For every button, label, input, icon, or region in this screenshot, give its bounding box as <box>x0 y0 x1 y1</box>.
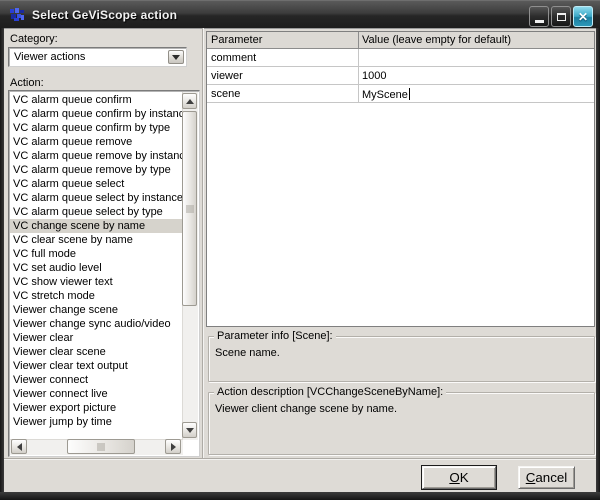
list-item[interactable]: Viewer clear <box>10 331 182 345</box>
list-item[interactable]: VC clear scene by name <box>10 233 182 247</box>
list-item[interactable]: VC stretch mode <box>10 289 182 303</box>
list-item[interactable]: VC alarm queue select by type <box>10 205 182 219</box>
action-description-group: Action description [VCChangeSceneByName]… <box>208 392 595 455</box>
column-header-parameter: Parameter <box>211 34 262 46</box>
list-item[interactable]: VC set audio level <box>10 261 182 275</box>
scroll-up-button[interactable] <box>182 93 197 109</box>
column-divider <box>358 49 359 66</box>
list-item[interactable]: VC change scene by name <box>10 219 182 233</box>
arrow-up-icon <box>186 99 194 104</box>
parameter-name-cell: comment <box>211 52 256 64</box>
list-item[interactable]: VC show viewer text <box>10 275 182 289</box>
parameter-info-label: Parameter info [Scene]: <box>214 330 336 342</box>
close-button[interactable]: ✕ <box>573 6 593 27</box>
window-frame-left <box>0 28 4 500</box>
list-item[interactable]: VC alarm queue confirm by instance <box>10 107 182 121</box>
title-bar[interactable]: Select GeViScope action ✕ <box>0 0 600 28</box>
chevron-down-icon <box>172 55 180 60</box>
list-item[interactable]: Viewer jump by time <box>10 415 182 429</box>
action-description-label: Action description [VCChangeSceneByName]… <box>214 386 446 398</box>
list-item[interactable]: VC alarm queue select by instance <box>10 191 182 205</box>
table-row[interactable]: comment <box>207 49 594 67</box>
maximize-button[interactable] <box>551 6 571 27</box>
ok-button[interactable]: OK <box>422 466 496 489</box>
parameter-name-cell: scene <box>211 88 240 100</box>
list-item[interactable]: Viewer change sync audio/video <box>10 317 182 331</box>
column-divider <box>358 85 359 102</box>
parameter-value-cell[interactable]: MyScene <box>362 88 410 101</box>
list-item[interactable]: VC alarm queue remove <box>10 135 182 149</box>
arrow-down-icon <box>186 428 194 433</box>
scroll-down-button[interactable] <box>182 422 197 438</box>
list-item[interactable]: VC alarm queue remove by instance <box>10 149 182 163</box>
list-item[interactable]: VC full mode <box>10 247 182 261</box>
parameter-name-cell: viewer <box>211 70 243 82</box>
table-row[interactable]: scene MyScene <box>207 85 594 103</box>
cancel-button-label-rest: ancel <box>535 470 567 485</box>
ok-button-label: O <box>449 470 459 485</box>
list-item[interactable]: VC alarm queue confirm <box>10 93 182 107</box>
category-value: Viewer actions <box>14 51 85 63</box>
parameter-info-group: Parameter info [Scene]: Scene name. <box>208 336 595 382</box>
list-item[interactable]: Viewer connect live <box>10 387 182 401</box>
parameter-grid: Parameter Value (leave empty for default… <box>206 31 595 327</box>
button-bar-separator <box>4 458 596 460</box>
arrow-left-icon <box>17 443 22 451</box>
column-header-value: Value (leave empty for default) <box>362 34 511 46</box>
action-listbox: VC alarm queue confirmVC alarm queue con… <box>8 90 200 457</box>
window-frame-bottom <box>0 492 600 500</box>
list-item[interactable]: VC alarm queue select <box>10 177 182 191</box>
scroll-right-button[interactable] <box>165 439 181 454</box>
parameter-info-text: Scene name. <box>215 347 280 359</box>
arrow-right-icon <box>171 443 176 451</box>
list-item[interactable]: Viewer change scene <box>10 303 182 317</box>
action-description-text: Viewer client change scene by name. <box>215 403 397 415</box>
window-frame-right <box>596 28 600 500</box>
ok-button-label-rest: K <box>460 470 469 485</box>
list-item[interactable]: Viewer clear text output <box>10 359 182 373</box>
list-item[interactable]: Viewer connect <box>10 373 182 387</box>
grid-header: Parameter Value (leave empty for default… <box>207 32 594 49</box>
column-divider <box>358 32 359 49</box>
window-title: Select GeViScope action <box>32 8 177 22</box>
list-item[interactable]: VC alarm queue confirm by type <box>10 121 182 135</box>
action-label: Action: <box>10 77 44 89</box>
horizontal-scroll-thumb[interactable] <box>67 439 135 454</box>
vertical-scroll-thumb[interactable] <box>182 111 197 306</box>
parameter-value-cell[interactable]: 1000 <box>362 70 386 82</box>
scroll-left-button[interactable] <box>11 439 27 454</box>
close-icon: ✕ <box>578 11 588 23</box>
thumb-grip-icon <box>186 205 194 212</box>
category-combobox[interactable]: Viewer actions <box>8 47 187 67</box>
text-caret <box>409 88 410 100</box>
column-divider <box>358 67 359 84</box>
combobox-dropdown-button[interactable] <box>168 50 184 64</box>
app-icon <box>9 6 26 23</box>
cancel-button-label: C <box>526 470 536 485</box>
list-item[interactable]: VC alarm queue remove by type <box>10 163 182 177</box>
cancel-button[interactable]: Cancel <box>518 466 575 489</box>
panel-separator <box>202 28 204 458</box>
table-row[interactable]: viewer 1000 <box>207 67 594 85</box>
list-item[interactable]: Viewer export picture <box>10 401 182 415</box>
minimize-icon <box>535 20 544 23</box>
category-label: Category: <box>10 33 58 45</box>
minimize-button[interactable] <box>529 6 549 27</box>
thumb-grip-icon <box>98 443 105 451</box>
dialog-window: Select GeViScope action ✕ Category: View… <box>0 0 600 500</box>
list-item[interactable]: Viewer clear scene <box>10 345 182 359</box>
maximize-icon <box>557 13 566 21</box>
